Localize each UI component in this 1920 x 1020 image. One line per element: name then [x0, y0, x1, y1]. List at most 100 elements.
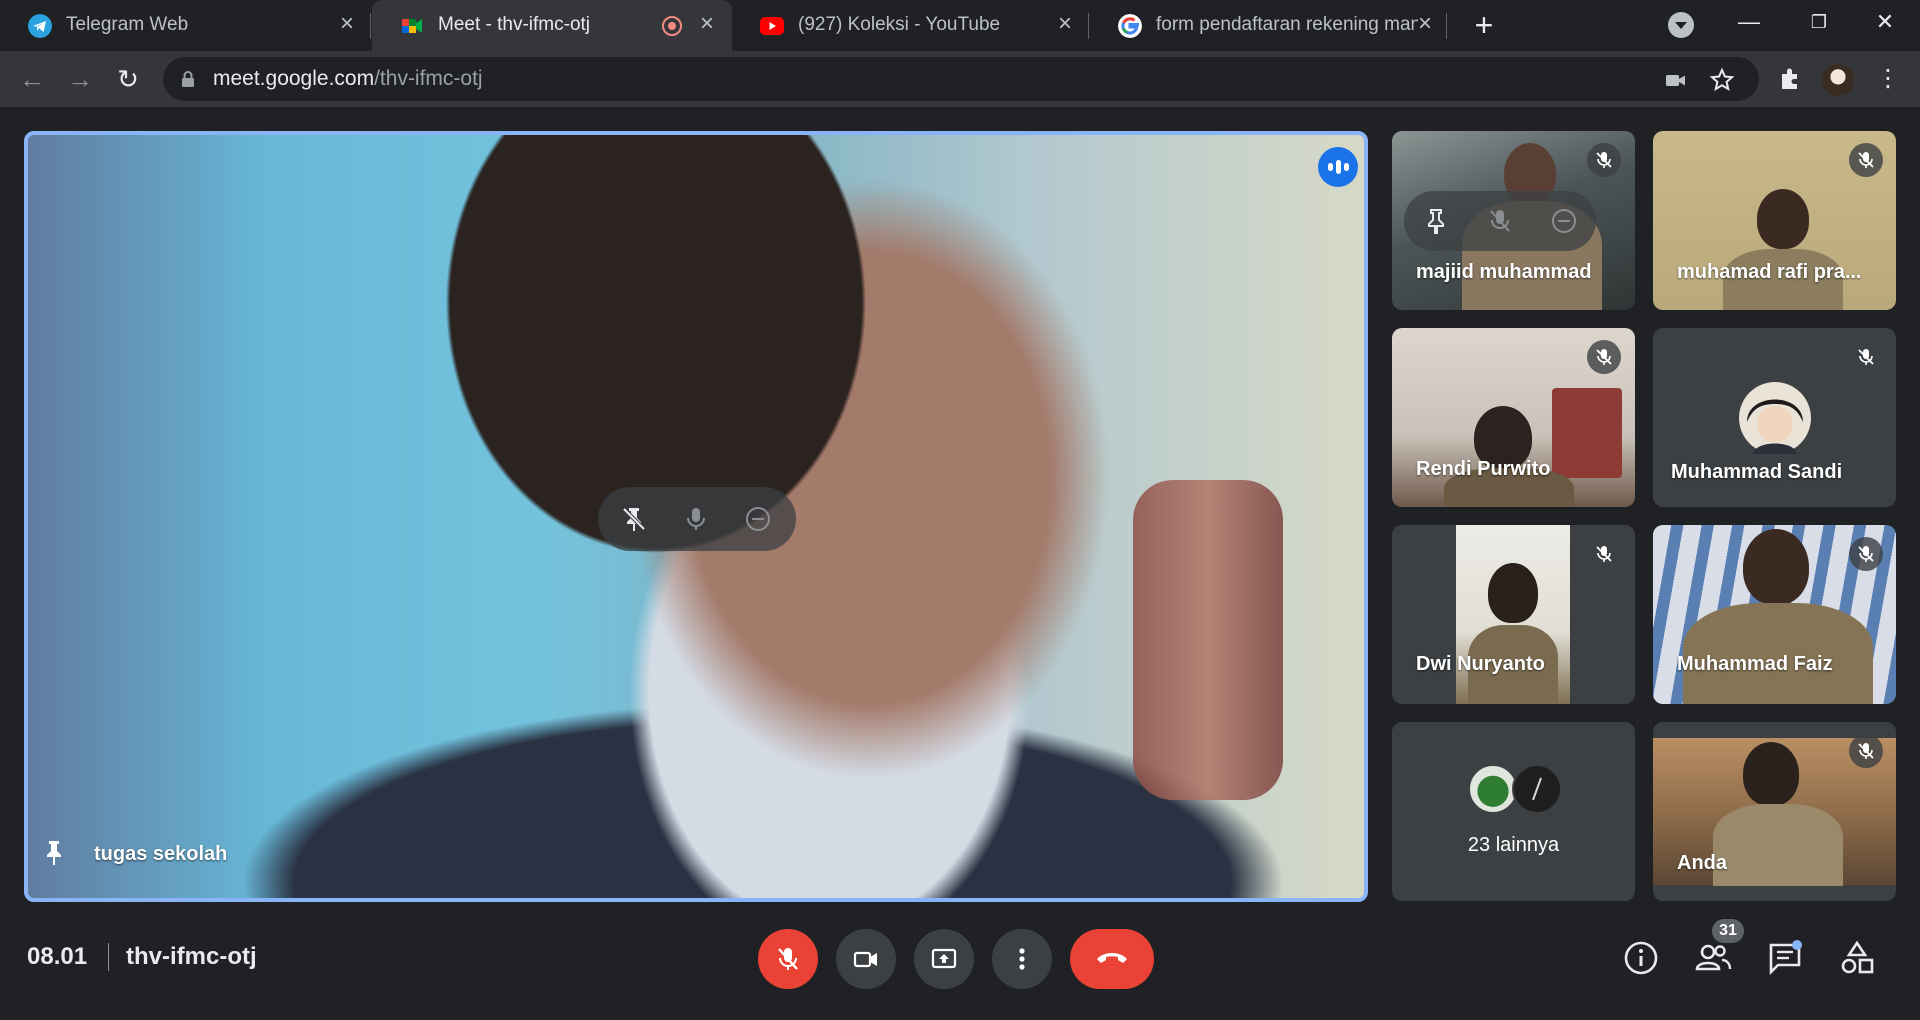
meeting-code: thv-ifmc-otj — [126, 943, 257, 970]
address-bar[interactable]: meet.google.com/thv-ifmc-otj — [163, 57, 1759, 101]
participant-name: Muhammad Faiz — [1677, 653, 1833, 675]
tab-youtube[interactable]: (927) Koleksi - YouTube × — [732, 0, 1088, 51]
profile-avatar[interactable] — [1822, 64, 1854, 96]
participant-avatar — [1468, 764, 1518, 814]
camera-in-use-icon[interactable] — [1663, 67, 1689, 93]
reload-icon[interactable]: ↻ — [110, 61, 146, 97]
present-screen-button[interactable] — [914, 929, 974, 989]
pin-icon[interactable] — [1422, 207, 1450, 235]
url-text: meet.google.com/thv-ifmc-otj — [213, 67, 483, 91]
google-meet-icon — [402, 19, 422, 33]
tab-google-search[interactable]: form pendaftaran rekening manc × — [1090, 0, 1446, 51]
tab-divider — [1088, 13, 1089, 39]
close-tab-icon[interactable]: × — [694, 11, 720, 37]
mic-off-icon[interactable] — [1486, 207, 1514, 235]
forward-icon[interactable]: → — [62, 61, 98, 97]
divider — [108, 943, 109, 971]
mic-off-icon — [1858, 743, 1874, 759]
video-feed — [1713, 804, 1843, 886]
browser-menu-icon[interactable]: ⋮ — [1870, 61, 1906, 97]
remove-participant-icon[interactable] — [1550, 207, 1578, 235]
mic-off-icon — [1858, 349, 1874, 365]
participant-name: Muhammad Sandi — [1671, 461, 1843, 483]
main-video-tile[interactable]: tugas sekolah — [24, 131, 1368, 902]
participant-name: Dwi Nuryanto — [1416, 653, 1545, 675]
tab-title: Meet - thv-ifmc-otj — [438, 14, 591, 35]
activities-icon[interactable] — [1838, 939, 1876, 977]
muted-badge — [1849, 143, 1883, 177]
tab-title: form pendaftaran rekening manc — [1156, 14, 1418, 35]
mic-off-icon — [1596, 152, 1612, 168]
mic-off-icon — [778, 948, 798, 970]
back-icon[interactable]: ← — [14, 61, 50, 97]
browser-toolbar: ← → ↻ meet.google.com/thv-ifmc-otj ⋮ — [0, 51, 1920, 107]
close-window-icon[interactable]: ✕ — [1850, 0, 1920, 44]
lock-icon — [182, 71, 194, 87]
muted-badge — [1849, 340, 1883, 374]
participant-name: Anda — [1677, 852, 1727, 874]
url-domain: meet.google.com — [213, 67, 375, 90]
close-tab-icon[interactable]: × — [1412, 11, 1438, 37]
muted-badge — [1849, 537, 1883, 571]
close-tab-icon[interactable]: × — [1052, 11, 1078, 37]
participant-name: tugas sekolah — [94, 843, 228, 865]
video-feed — [1456, 525, 1570, 704]
participant-avatar — [1512, 764, 1562, 814]
video-feed — [1743, 529, 1809, 605]
end-call-icon — [1097, 953, 1127, 963]
url-path: /thv-ifmc-otj — [374, 67, 483, 90]
participant-name: Rendi Purwito — [1416, 458, 1551, 480]
participant-name: majiid muhammad — [1416, 261, 1592, 283]
participant-tile[interactable]: majiid muhammad — [1392, 131, 1635, 310]
youtube-icon — [760, 17, 784, 35]
tab-divider — [1446, 13, 1447, 39]
self-tile[interactable]: Anda — [1653, 722, 1896, 901]
present-icon — [931, 948, 957, 969]
video-feed — [1757, 189, 1809, 249]
minimize-icon[interactable]: — — [1714, 0, 1784, 44]
close-tab-icon[interactable]: × — [334, 11, 360, 37]
extensions-icon[interactable] — [1777, 66, 1803, 92]
video-feed — [1488, 563, 1538, 623]
video-feed — [1743, 742, 1799, 806]
video-feed — [1552, 388, 1622, 478]
tab-title: (927) Koleksi - YouTube — [798, 14, 1001, 35]
participant-tile[interactable]: Muhammad Sandi — [1653, 328, 1896, 507]
people-count-badge: 31 — [1712, 919, 1744, 943]
pin-icon — [47, 841, 61, 865]
tab-telegram[interactable]: Telegram Web × — [0, 0, 370, 51]
restore-icon[interactable]: ❐ — [1784, 0, 1854, 44]
participant-name: muhamad rafi pra... — [1677, 261, 1862, 283]
muted-badge — [1587, 143, 1621, 177]
mic-off-icon — [1596, 546, 1612, 562]
more-options-button[interactable] — [992, 929, 1052, 989]
participant-avatar — [1739, 382, 1811, 454]
tab-search-icon[interactable] — [1668, 12, 1694, 38]
participant-tile[interactable]: Dwi Nuryanto — [1392, 525, 1635, 704]
more-participants-tile[interactable]: 23 lainnya — [1392, 722, 1635, 901]
participant-tile[interactable]: Rendi Purwito — [1392, 328, 1635, 507]
remove-participant-icon[interactable] — [744, 505, 772, 533]
microphone-toggle-button[interactable] — [758, 929, 818, 989]
more-participants-avatars — [1468, 764, 1568, 816]
meeting-details-icon[interactable] — [1622, 939, 1660, 977]
google-icon — [1118, 14, 1142, 38]
chat-unread-dot — [1792, 940, 1802, 950]
tab-meet[interactable]: Meet - thv-ifmc-otj × — [372, 0, 732, 51]
unpin-icon[interactable] — [620, 505, 648, 533]
recording-icon — [662, 16, 682, 36]
meeting-time: 08.01 — [27, 943, 88, 970]
participant-tile[interactable]: muhamad rafi pra... — [1653, 131, 1896, 310]
new-tab-button[interactable]: + — [1466, 8, 1502, 44]
more-vert-icon — [1019, 948, 1025, 970]
mute-participant-icon[interactable] — [682, 505, 710, 533]
people-icon[interactable] — [1694, 939, 1732, 977]
participant-tile[interactable]: Muhammad Faiz — [1653, 525, 1896, 704]
participant-avatar — [1532, 777, 1542, 801]
tab-title: Telegram Web — [66, 14, 189, 35]
leave-call-button[interactable] — [1070, 929, 1154, 989]
tile-hover-controls — [1404, 191, 1596, 251]
speaking-indicator-icon — [1318, 147, 1358, 187]
bookmark-star-icon[interactable] — [1709, 67, 1735, 93]
camera-toggle-button[interactable] — [836, 929, 896, 989]
